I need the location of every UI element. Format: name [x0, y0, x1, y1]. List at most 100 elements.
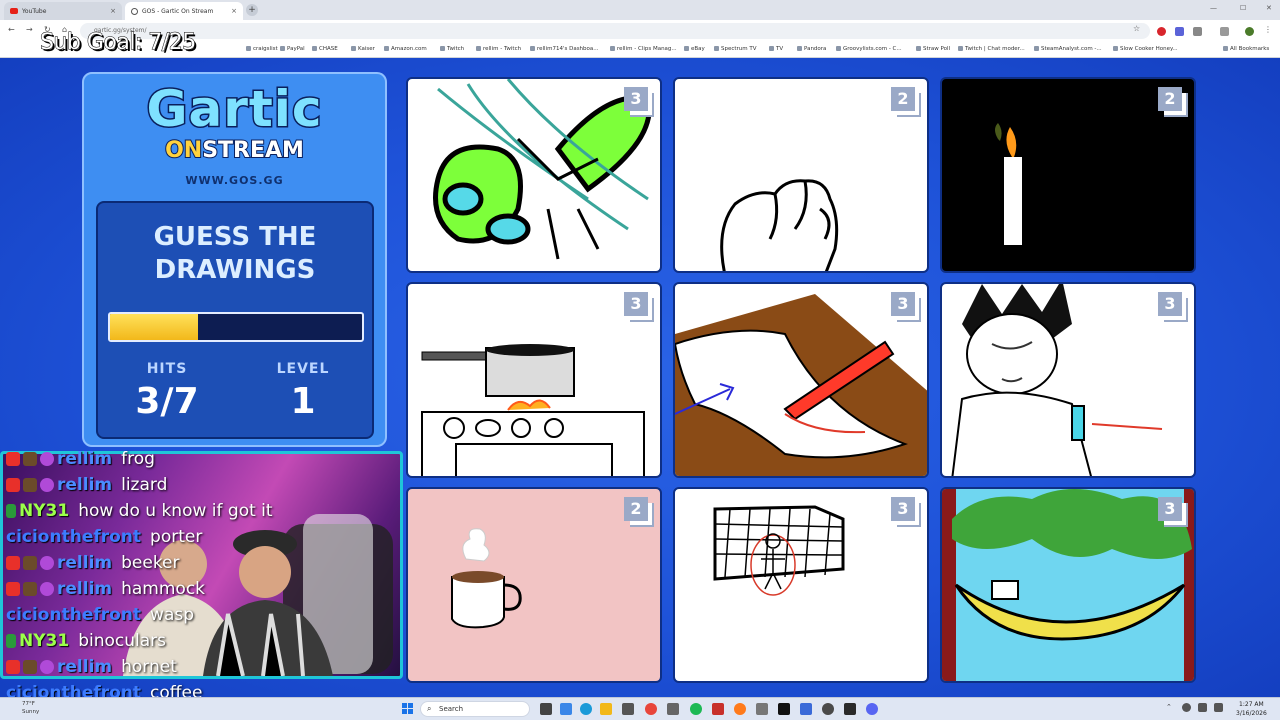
camera-icon [6, 452, 20, 466]
app-icon[interactable] [778, 703, 790, 715]
minimize-icon[interactable]: — [1210, 4, 1217, 12]
badge-icon [23, 556, 37, 570]
app-icon[interactable] [756, 703, 768, 715]
chat-username[interactable]: cicionthefront [6, 605, 141, 625]
taskbar-clock[interactable]: 1:27 AM 3/16/2026 [1236, 700, 1267, 718]
badge-icon [6, 504, 16, 518]
network-icon[interactable] [1198, 703, 1207, 712]
spotify-icon[interactable] [690, 703, 702, 715]
discord-icon[interactable] [866, 703, 878, 715]
chat-username[interactable]: rellim [57, 657, 112, 677]
tab-gartic[interactable]: GOS - Gartic On Stream × [125, 2, 243, 20]
bookmark-item[interactable]: Spectrum TV [714, 46, 757, 52]
drawing-card-fly[interactable]: 3 [406, 77, 662, 273]
windows-start-icon[interactable] [402, 703, 413, 714]
close-window-icon[interactable]: ✕ [1266, 4, 1272, 12]
chat-username[interactable]: NY31 [19, 631, 69, 651]
bookmark-item[interactable]: Twitch [440, 46, 464, 52]
copilot-icon[interactable] [560, 703, 572, 715]
extension-icon[interactable] [1175, 27, 1184, 36]
bookmark-item[interactable]: Pandora [797, 46, 826, 52]
bookmark-item[interactable]: eBay [684, 46, 705, 52]
forward-icon[interactable]: → [26, 25, 33, 34]
browser-tab-strip: YouTube × GOS - Gartic On Stream × + — ☐… [0, 0, 1280, 20]
bookmark-item[interactable]: TV [769, 46, 783, 52]
bookmark-item[interactable]: Twitch | Chat moder... [958, 46, 1025, 52]
app-icon[interactable] [800, 703, 812, 715]
bookmark-item[interactable]: craigslist [246, 46, 278, 52]
bookmark-item[interactable]: rellim714's Dashboa... [530, 46, 599, 52]
chat-username[interactable]: rellim [57, 475, 112, 495]
clock-date: 3/16/2026 [1236, 710, 1267, 717]
close-icon[interactable]: × [110, 7, 116, 15]
drawing-card-coffee[interactable]: 2 [406, 487, 662, 683]
tab-youtube[interactable]: YouTube × [4, 2, 122, 20]
drawing-card-goal[interactable]: 3 [673, 487, 929, 683]
maximize-icon[interactable]: ☐ [1240, 4, 1246, 12]
drawing-card-candle[interactable]: 2 [940, 77, 1196, 273]
task-view-icon[interactable] [540, 703, 552, 715]
firefox-icon[interactable] [734, 703, 746, 715]
bookmark-item[interactable]: rellim - Twitch [476, 46, 521, 52]
chrome-icon[interactable] [645, 703, 657, 715]
all-bookmarks[interactable]: All Bookmarks [1223, 46, 1269, 52]
extension-icon[interactable] [1157, 27, 1166, 36]
back-icon[interactable]: ← [8, 25, 15, 34]
chat-username[interactable]: NY31 [19, 501, 69, 521]
weather-widget[interactable]: 77°F Sunny [22, 700, 39, 716]
game-logo-subtitle: ONSTREAM [84, 137, 385, 164]
bookmark-item[interactable]: SteamAnalyst.com -... [1034, 46, 1102, 52]
edge-icon[interactable] [580, 703, 592, 715]
taskbar-search[interactable]: ⌕ Search [420, 701, 530, 717]
chat-username[interactable]: rellim [57, 553, 112, 573]
card-badge: 2 [624, 497, 648, 521]
chat-text: how do u know if got it [78, 501, 273, 521]
address-bar[interactable]: gartic.gg/system/ [80, 23, 1150, 39]
drawing-card-paper[interactable]: 3 [673, 282, 929, 478]
chat-text: hammock [121, 579, 206, 599]
chat-text: hornet [121, 657, 177, 677]
chat-message: NY31 binoculars [6, 628, 166, 654]
card-badge: 3 [891, 497, 915, 521]
bookmark-item[interactable]: Straw Poll [916, 46, 950, 52]
avatar[interactable] [1245, 27, 1254, 36]
chat-text: porter [150, 527, 203, 547]
bookmark-item[interactable]: Groovylists.com - C... [836, 46, 902, 52]
hits-value: 3/7 [135, 381, 199, 422]
store-icon[interactable] [622, 703, 634, 715]
app-icon[interactable] [667, 703, 679, 715]
hits-label: HITS [146, 361, 188, 377]
chat-username[interactable]: rellim [57, 449, 112, 469]
menu-icon[interactable]: ⋮ [1264, 25, 1272, 34]
tray-icon[interactable] [1182, 703, 1191, 712]
bookmark-item[interactable]: rellim - Clips Manag... [610, 46, 677, 52]
chat-message: rellim hammock [6, 576, 205, 602]
extension-icon[interactable] [1193, 27, 1202, 36]
bookmark-item[interactable]: Slow Cooker Honey... [1113, 46, 1178, 52]
verified-icon [40, 478, 54, 492]
drawing-card-boy[interactable]: 3 [940, 282, 1196, 478]
camera-icon [6, 660, 20, 674]
app-icon[interactable] [844, 703, 856, 715]
sidebar-icon[interactable] [1220, 27, 1229, 36]
bookmark-item[interactable]: Amazon.com [384, 46, 427, 52]
card-badge: 3 [624, 87, 648, 111]
star-icon[interactable]: ☆ [1133, 24, 1140, 33]
close-icon[interactable]: × [231, 7, 237, 15]
clock-time: 1:27 AM [1239, 701, 1264, 708]
chat-username[interactable]: rellim [57, 579, 112, 599]
bookmark-item[interactable]: Kaiser [351, 46, 375, 52]
app-icon[interactable] [712, 703, 724, 715]
chat-username[interactable]: cicionthefront [6, 527, 141, 547]
tray-chevron-icon[interactable]: ⌃ [1166, 703, 1174, 715]
new-tab-button[interactable]: + [246, 4, 258, 16]
volume-icon[interactable] [1214, 703, 1223, 712]
card-badge: 3 [1158, 497, 1182, 521]
drawing-card-fist[interactable]: 2 [673, 77, 929, 273]
file-explorer-icon[interactable] [600, 703, 612, 715]
obs-icon[interactable] [822, 703, 834, 715]
drawing-card-stove[interactable]: 3 [406, 282, 662, 478]
bookmark-item[interactable]: CHASE [312, 46, 338, 52]
bookmark-item[interactable]: PayPal [280, 46, 305, 52]
drawing-card-hammock[interactable]: 3 [940, 487, 1196, 683]
